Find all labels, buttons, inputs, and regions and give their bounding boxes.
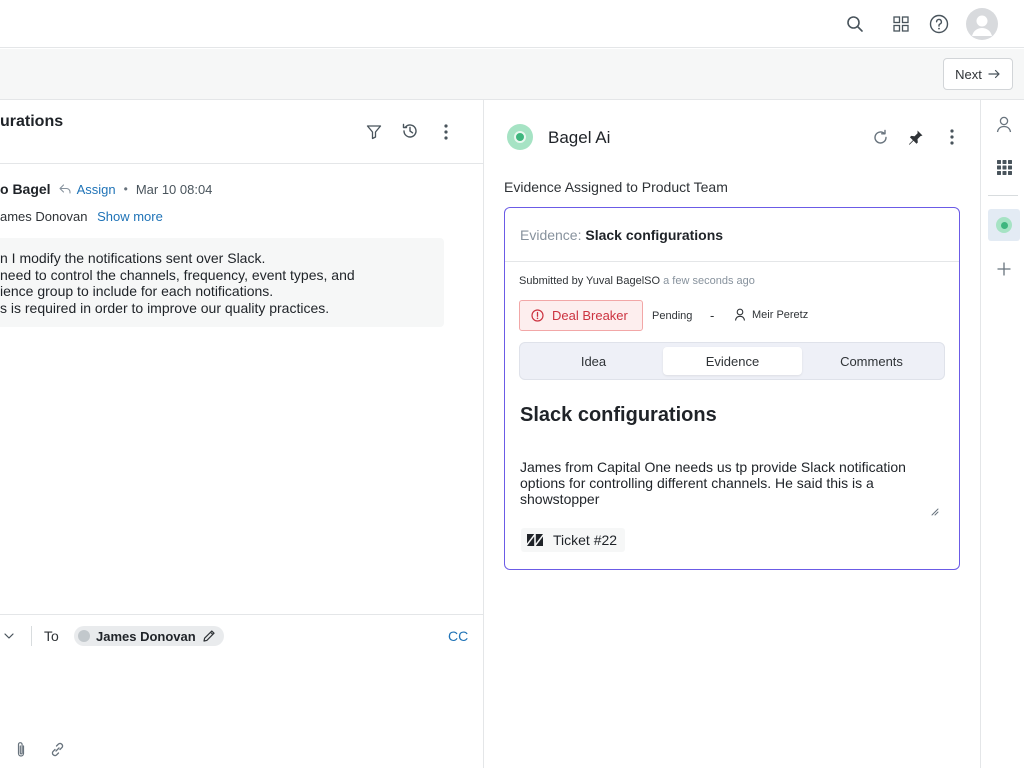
link-icon[interactable] [47, 740, 67, 758]
message-meta: o Bagel Assign • Mar 10 08:04 [0, 181, 212, 197]
next-button-label: Next [955, 66, 982, 82]
assign-link[interactable]: Assign [77, 182, 116, 197]
recipient-chip-label: James Donovan [96, 628, 196, 644]
avatar [78, 630, 90, 642]
submitted-by: Submitted by Yuval BagelSO a few seconds… [519, 275, 755, 287]
message-line: ience group to include for each notifica… [0, 283, 274, 299]
show-more-link[interactable]: Show more [97, 209, 163, 224]
tab-idea[interactable]: Idea [524, 347, 663, 375]
chevron-down-icon[interactable] [2, 629, 16, 643]
message-line: need to control the channels, frequency,… [0, 266, 355, 283]
top-bar [0, 0, 1024, 48]
person-icon [734, 308, 746, 321]
search-icon[interactable] [843, 12, 867, 36]
cc-link[interactable]: CC [448, 628, 468, 644]
separator-dash: - [710, 308, 715, 323]
user-profile-icon[interactable] [994, 114, 1014, 134]
resize-handle-icon[interactable] [929, 506, 939, 516]
attachment-icon[interactable] [12, 740, 30, 758]
divider [0, 614, 484, 615]
pin-icon[interactable] [905, 127, 925, 147]
more-options-icon[interactable] [942, 127, 962, 147]
submitted-by-text: Submitted by Yuval BagelSO [519, 275, 661, 287]
refresh-icon[interactable] [870, 127, 890, 147]
divider [988, 195, 1018, 196]
evidence-header-label: Evidence: [520, 227, 582, 243]
sender-name: o Bagel [0, 181, 51, 197]
tab-evidence[interactable]: Evidence [663, 347, 802, 375]
divider [0, 163, 484, 164]
owner-name: Meir Peretz [752, 308, 809, 321]
alert-circle-icon [531, 309, 544, 322]
add-app-icon[interactable] [994, 259, 1014, 279]
ticket-conversation-pane [0, 100, 484, 768]
arrow-right-icon [988, 69, 1001, 79]
evidence-title: Slack configurations [520, 404, 717, 426]
next-button[interactable]: Next [943, 58, 1013, 90]
message-line: s is required in order to improve our qu… [0, 299, 330, 316]
status-label[interactable]: Pending [652, 310, 692, 322]
bagel-logo-icon [507, 124, 533, 150]
recipient-name: ames Donovan [0, 209, 88, 224]
separator-dot: • [123, 182, 128, 196]
evidence-header: Evidence: Slack configurations [520, 227, 723, 243]
filter-icon[interactable] [362, 120, 386, 144]
message-date: Mar 10 08:04 [135, 181, 213, 197]
section-label: Evidence Assigned to Product Team [504, 179, 728, 195]
message-body: n I modify the notifications sent over S… [0, 238, 444, 327]
owner[interactable]: Meir Peretz [734, 308, 808, 321]
sub-toolbar [0, 49, 1024, 100]
history-icon[interactable] [398, 119, 422, 143]
app-title: Bagel Ai [548, 128, 611, 147]
bagel-app-icon[interactable] [988, 209, 1020, 241]
help-icon[interactable] [927, 12, 951, 36]
evidence-header-value: Slack configurations [585, 227, 724, 243]
more-options-icon[interactable] [434, 120, 458, 144]
reply-arrow-icon [59, 184, 71, 194]
ticket-link-label: Ticket #22 [553, 532, 618, 548]
apps-sidebar [980, 100, 1024, 768]
submitted-time: a few seconds ago [663, 275, 755, 287]
message-recipients: ames Donovan Show more [0, 209, 163, 224]
evidence-description-field[interactable] [520, 459, 920, 516]
priority-label: Deal Breaker [552, 308, 628, 323]
to-label: To [44, 628, 59, 644]
ticket-link[interactable]: Ticket #22 [521, 528, 626, 552]
evidence-tabs: Idea Evidence Comments [519, 342, 945, 380]
message-line: n I modify the notifications sent over S… [0, 250, 266, 266]
user-avatar-icon[interactable] [966, 8, 998, 40]
ticket-title: urations [0, 113, 64, 130]
tab-comments[interactable]: Comments [802, 347, 941, 375]
priority-badge[interactable]: Deal Breaker [519, 300, 643, 331]
pencil-icon[interactable] [202, 629, 216, 643]
apps-grid-icon[interactable] [889, 12, 913, 36]
recipient-chip[interactable]: James Donovan [74, 626, 224, 646]
divider [31, 626, 32, 646]
zendesk-icon [527, 534, 543, 546]
apps-grid-icon[interactable] [994, 157, 1014, 177]
